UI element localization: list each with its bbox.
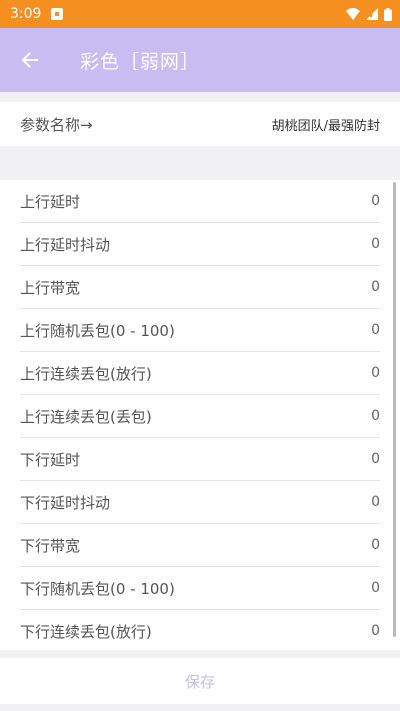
setting-label: 下行连续丢包(放行): [20, 622, 152, 641]
app-bar: 彩色［弱网］: [0, 28, 400, 92]
setting-label: 下行延时: [20, 450, 81, 469]
notification-icon: [51, 8, 64, 20]
setting-label: 下行带宽: [20, 536, 81, 555]
setting-value: 0: [371, 451, 380, 467]
param-name-row[interactable]: 参数名称→ 胡桃团队/最强防封: [0, 102, 400, 146]
setting-label: 下行随机丢包(0 - 100): [20, 579, 175, 598]
wifi-icon: [346, 8, 360, 20]
scrollbar[interactable]: [393, 182, 396, 637]
list-item[interactable]: 上行连续丢包(放行) 0: [20, 352, 380, 395]
list-item[interactable]: 下行连续丢包(放行) 0: [20, 610, 380, 650]
list-item[interactable]: 上行连续丢包(丢包) 0: [20, 395, 380, 438]
list-item[interactable]: 下行随机丢包(0 - 100) 0: [20, 567, 380, 610]
status-icons: [346, 7, 392, 21]
status-bar: 3:09: [0, 0, 400, 28]
setting-value: 0: [371, 494, 380, 510]
battery-icon: [384, 7, 392, 21]
param-name-value: 胡桃团队/最强防封: [271, 118, 380, 134]
arrow-left-icon: [21, 52, 38, 68]
param-name-label: 参数名称→: [20, 115, 93, 134]
bottom-edge: [0, 704, 400, 711]
setting-label: 上行连续丢包(放行): [20, 364, 152, 383]
page-title: 彩色［弱网］: [80, 50, 201, 73]
setting-value: 0: [371, 623, 380, 639]
setting-label: 上行带宽: [20, 278, 81, 297]
setting-label: 上行延时: [20, 192, 81, 211]
setting-value: 0: [371, 408, 380, 424]
back-button[interactable]: [0, 28, 60, 92]
list-item[interactable]: 下行延时抖动 0: [20, 481, 380, 524]
list-item[interactable]: 上行延时抖动 0: [20, 223, 380, 266]
signal-icon: [366, 8, 378, 20]
settings-list: 上行延时 0 上行延时抖动 0 上行带宽 0 上行随机丢包(0 - 100) 0…: [0, 180, 400, 650]
setting-value: 0: [371, 193, 380, 209]
setting-label: 上行连续丢包(丢包): [20, 407, 152, 426]
setting-label: 上行延时抖动: [20, 235, 111, 254]
setting-value: 0: [371, 279, 380, 295]
setting-value: 0: [371, 236, 380, 252]
list-item[interactable]: 上行随机丢包(0 - 100) 0: [20, 309, 380, 352]
setting-value: 0: [371, 322, 380, 338]
setting-value: 0: [371, 537, 380, 553]
setting-label: 上行随机丢包(0 - 100): [20, 321, 175, 340]
list-item[interactable]: 上行延时 0: [20, 180, 380, 223]
status-time: 3:09: [10, 6, 42, 22]
list-item[interactable]: 上行带宽 0: [20, 266, 380, 309]
setting-value: 0: [371, 580, 380, 596]
save-button[interactable]: 保存: [0, 658, 400, 704]
setting-label: 下行延时抖动: [20, 493, 111, 512]
setting-value: 0: [371, 365, 380, 381]
list-item[interactable]: 下行延时 0: [20, 438, 380, 481]
list-item[interactable]: 下行带宽 0: [20, 524, 380, 567]
